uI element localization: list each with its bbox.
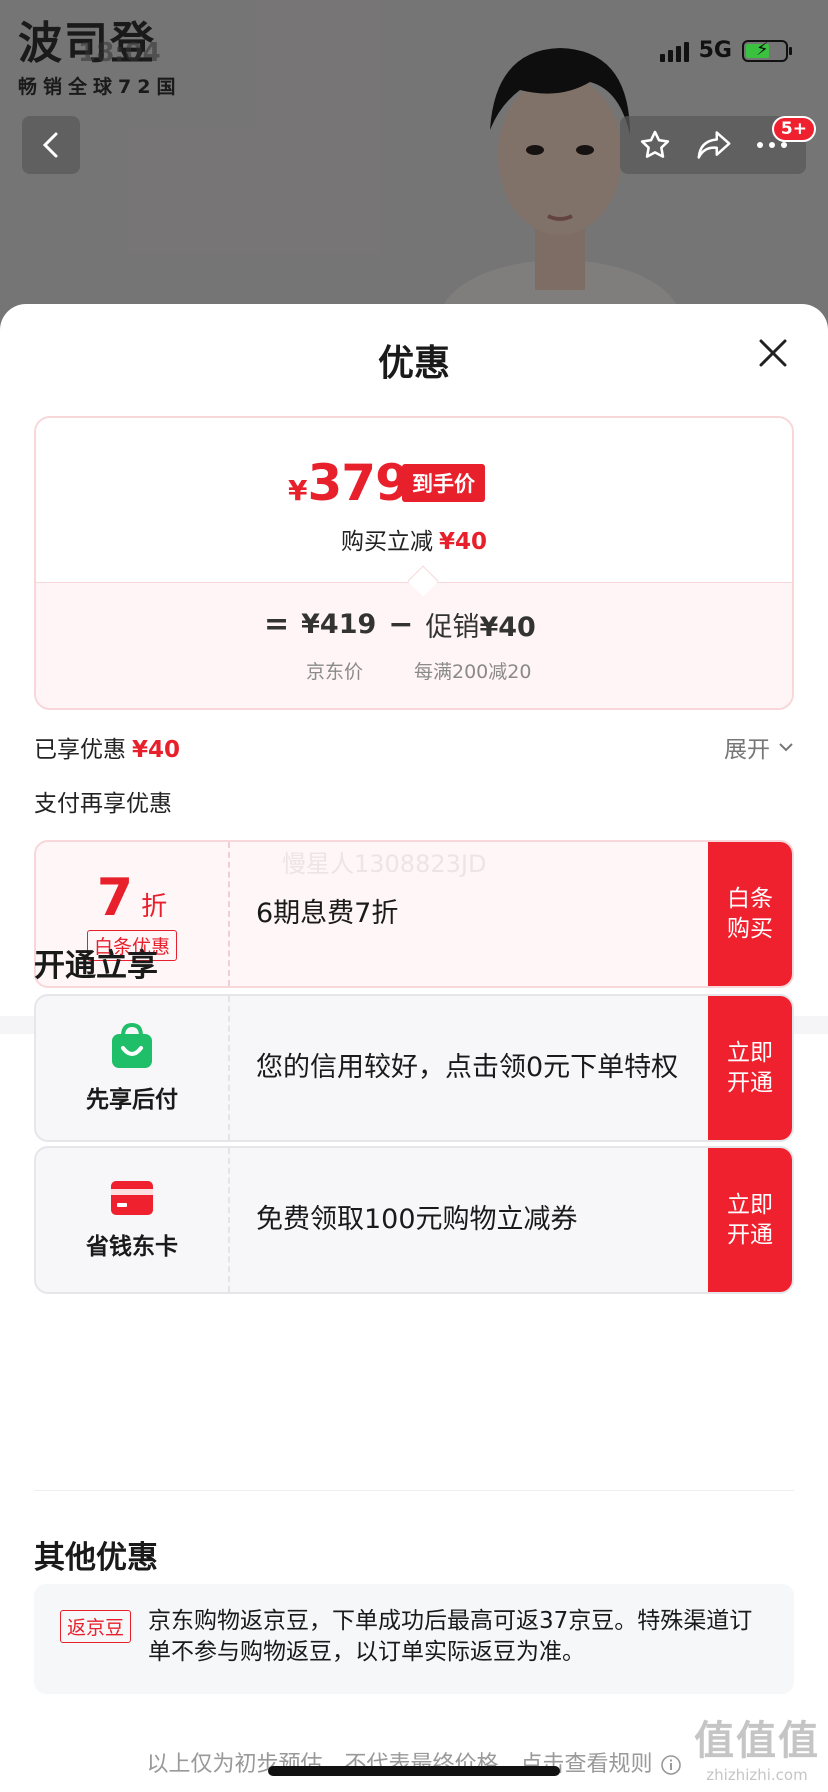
info-icon	[660, 1755, 681, 1775]
expand-label: 展开	[724, 737, 770, 763]
brand-slogan: 畅销全球72国	[18, 76, 182, 98]
price-formula-line: = ¥419 − 促销¥40	[264, 605, 536, 644]
baitiao-buy-button[interactable]: 白条购买	[708, 842, 792, 986]
site-watermark-logo: 值值值	[694, 1718, 820, 1764]
promo-amount-group: 促销¥40	[425, 605, 535, 644]
other-section-title: 其他优惠	[34, 1540, 158, 1576]
site-watermark: 值值值 zhizhizhi.com	[694, 1708, 820, 1784]
buy-reduce-label: 购买立减	[340, 529, 433, 555]
back-button[interactable]	[22, 116, 80, 174]
notification-badge: 5+	[771, 116, 816, 142]
open-offer-card-2[interactable]: 省钱东卡 免费领取100元购物立减券 立即开通	[34, 1146, 794, 1294]
favorite-star-icon[interactable]	[638, 128, 672, 162]
sheet-title: 优惠	[377, 343, 450, 384]
open-offer-label: 省钱东卡	[86, 1234, 178, 1260]
card-icon	[111, 1181, 153, 1215]
status-bar-right: 5G ⚡	[659, 38, 792, 63]
jd-price-caption: 京东价	[306, 661, 364, 683]
user-watermark: 慢星人1308823JD	[282, 850, 487, 878]
jd-bean-text: 京东购物返京豆，下单成功后最高可返37京豆。特殊渠道订单不参与购物返豆，以订单实…	[148, 1608, 753, 1665]
open-offer-left: 先享后付	[36, 996, 230, 1140]
open-now-button[interactable]: 立即开通	[708, 996, 792, 1140]
shopping-bag-icon	[112, 1022, 152, 1068]
close-icon[interactable]	[756, 336, 790, 370]
jd-bean-offer: 返京豆 京东购物返京豆，下单成功后最高可返37京豆。特殊渠道订单不参与购物返豆，…	[34, 1584, 794, 1694]
status-time: 18:04	[78, 38, 161, 68]
share-icon[interactable]	[696, 129, 732, 161]
discount-number: 7	[96, 867, 134, 928]
price-summary: ¥ 379 到手价 购买立减 ¥40	[36, 418, 792, 582]
final-price: ¥ 379	[288, 454, 410, 512]
discount-value: 7 折	[97, 868, 167, 928]
minus-sign: −	[388, 607, 414, 642]
network-type: 5G	[698, 38, 732, 63]
open-offer-left: 省钱东卡	[36, 1148, 230, 1292]
enjoyed-discount: 已享优惠 ¥40	[34, 730, 180, 764]
promo-caption: 每满200减20	[414, 661, 532, 683]
battery-icon: ⚡	[742, 39, 792, 62]
home-indicator	[268, 1766, 560, 1776]
chevron-left-icon	[42, 132, 58, 158]
discount-unit: 折	[141, 891, 168, 922]
promo-amount: ¥40	[479, 612, 536, 643]
open-section-title: 开通立享	[34, 948, 158, 984]
price-breakdown-card: ¥ 379 到手价 购买立减 ¥40 = ¥419 − 促销¥40 京东价 每满2…	[34, 416, 794, 710]
open-offer-label: 先享后付	[86, 1087, 178, 1113]
jd-price: ¥419	[301, 609, 377, 640]
enjoyed-label: 已享优惠	[34, 737, 126, 763]
site-watermark-url: zhizhizhi.com	[706, 1766, 808, 1784]
price-formula: = ¥419 − 促销¥40 京东价 每满200减20	[36, 582, 792, 708]
equals-sign: =	[264, 607, 290, 642]
buy-reduce-line: 购买立减 ¥40	[36, 522, 792, 556]
open-offer-description: 免费领取100元购物立减券	[256, 1204, 578, 1235]
jd-bean-tag: 返京豆	[60, 1610, 132, 1643]
expand-button[interactable]: 展开	[724, 730, 794, 764]
pay-section-title: 支付再享优惠	[34, 791, 172, 817]
enjoyed-amount: ¥40	[132, 737, 181, 763]
chevron-down-icon	[779, 743, 793, 752]
open-now-button[interactable]: 立即开通	[708, 1148, 792, 1292]
currency-symbol: ¥	[288, 474, 308, 507]
signal-icon	[659, 40, 689, 62]
divider-line	[34, 1490, 794, 1491]
brand-header: 波司登 畅销全球72国 18:04	[18, 20, 181, 99]
discount-bottom-sheet: 优惠 ¥ 379 到手价 购买立减 ¥40 = ¥419 − 促销¥40 京东价 …	[0, 304, 828, 1792]
promo-label: 促销	[425, 612, 480, 643]
buy-reduce-amount: ¥40	[438, 529, 487, 555]
final-price-value: 379	[307, 454, 409, 512]
open-offer-description: 您的信用较好，点击领0元下单特权	[256, 1052, 679, 1083]
final-price-tag: 到手价	[402, 464, 485, 502]
open-offer-card-1[interactable]: 先享后付 您的信用较好，点击领0元下单特权 立即开通	[34, 994, 794, 1142]
